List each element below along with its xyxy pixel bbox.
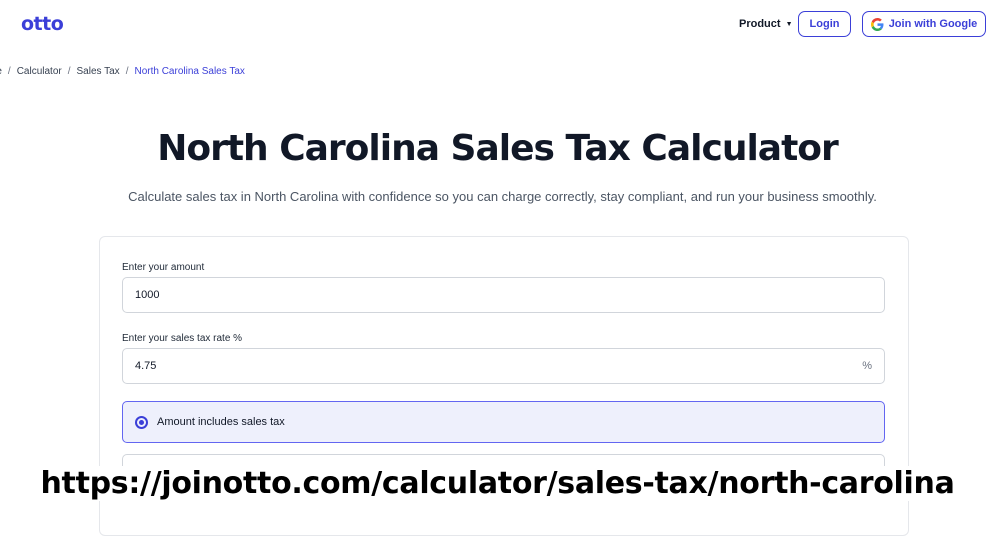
amount-label: Enter your amount <box>122 262 205 273</box>
login-button-label: Login <box>809 18 840 30</box>
breadcrumb-sales-tax[interactable]: Sales Tax <box>77 66 120 77</box>
option-amount-includes-tax[interactable]: Amount includes sales tax <box>122 401 885 443</box>
tax-rate-input[interactable]: 4.75 % <box>122 348 885 384</box>
tax-rate-value: 4.75 <box>135 360 157 372</box>
url-caption-text: https://joinotto.com/calculator/sales-ta… <box>34 465 961 501</box>
breadcrumb-home[interactable]: me <box>0 66 2 77</box>
amount-value: 1000 <box>135 289 160 301</box>
breadcrumb-current[interactable]: North Carolina Sales Tax <box>134 66 244 77</box>
product-menu[interactable]: Product ▼ <box>739 18 793 30</box>
top-navbar: otto Product ▼ Login Join with Google <box>0 0 995 50</box>
caret-down-icon: ▼ <box>785 20 793 28</box>
google-icon <box>870 17 884 31</box>
url-caption: https://joinotto.com/calculator/sales-ta… <box>0 458 995 508</box>
percent-suffix: % <box>862 360 872 372</box>
otto-logo[interactable]: otto <box>21 13 64 35</box>
breadcrumb-separator: / <box>125 66 129 77</box>
page-title: North Carolina Sales Tax Calculator <box>157 128 839 169</box>
breadcrumb-calculator[interactable]: Calculator <box>17 66 62 77</box>
page-subtitle: Calculate sales tax in North Carolina wi… <box>128 189 877 204</box>
join-with-google-label: Join with Google <box>888 18 978 30</box>
radio-selected-icon[interactable] <box>135 415 148 429</box>
product-menu-label: Product <box>739 18 781 30</box>
breadcrumb-separator: / <box>67 66 71 77</box>
login-button[interactable]: Login <box>798 11 851 37</box>
breadcrumb: me / Calculator / Sales Tax / North Carolina S… <box>0 66 245 77</box>
join-with-google-button[interactable]: Join with Google <box>862 11 986 37</box>
option-amount-includes-tax-label: Amount includes sales tax <box>157 416 285 428</box>
breadcrumb-separator: / <box>7 66 11 77</box>
tax-rate-label: Enter your sales tax rate % <box>122 333 243 344</box>
amount-input[interactable]: 1000 <box>122 277 885 313</box>
